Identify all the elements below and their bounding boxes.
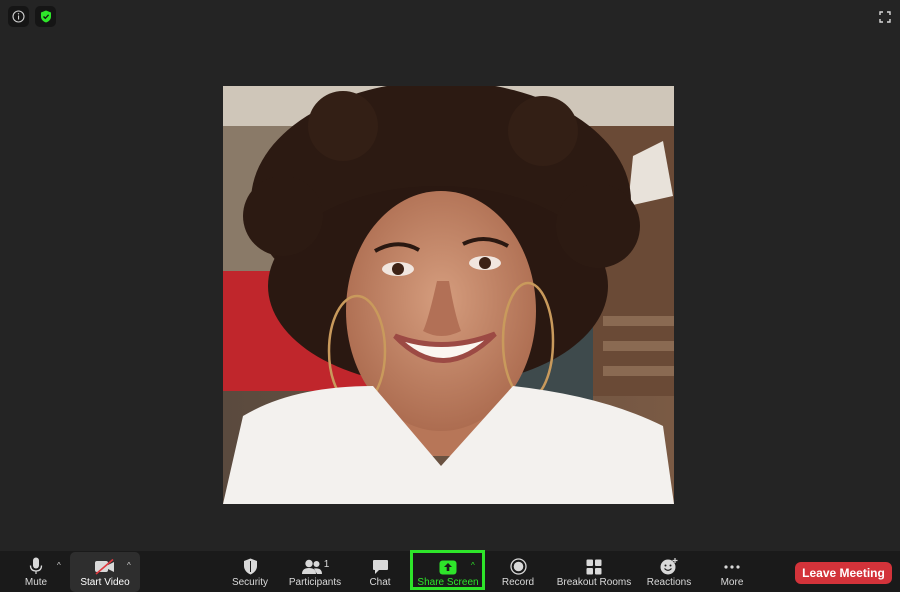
participants-label: Participants (288, 577, 342, 588)
more-button[interactable]: More (714, 551, 750, 592)
video-camera-off-icon (95, 559, 114, 575)
record-label: Record (501, 577, 535, 588)
chat-bubble-icon (372, 560, 388, 574)
fullscreen-icon[interactable] (876, 8, 894, 26)
participants-icon (301, 559, 322, 574)
share-screen-highlight-box (410, 550, 485, 590)
shield-check-icon[interactable] (35, 6, 56, 27)
participant-video (223, 86, 674, 504)
security-shield-icon (243, 558, 257, 575)
security-button[interactable]: Security (228, 551, 272, 592)
breakout-rooms-grid-icon (586, 559, 602, 575)
info-icon[interactable] (8, 6, 29, 27)
reactions-button[interactable]: Reactions (644, 551, 694, 592)
security-label: Security (231, 577, 269, 588)
reactions-emoji-icon (660, 558, 678, 575)
mute-options-caret[interactable]: ^ (57, 561, 61, 570)
video-frame-image (223, 86, 674, 504)
start-video-button[interactable]: Start Video (74, 551, 136, 592)
more-dots-icon (724, 565, 740, 569)
start-video-label: Start Video (80, 577, 130, 588)
participants-button[interactable]: 1 Participants (286, 551, 344, 592)
chat-label: Chat (369, 577, 391, 588)
breakout-rooms-button[interactable]: Breakout Rooms (555, 551, 633, 592)
mute-button[interactable]: Mute (18, 551, 54, 592)
record-button[interactable]: Record (499, 551, 537, 592)
participants-count: 1 (323, 559, 330, 570)
breakout-rooms-label: Breakout Rooms (556, 577, 632, 588)
top-left-icons (8, 6, 56, 27)
chat-button[interactable]: Chat (363, 551, 397, 592)
video-options-caret[interactable]: ^ (127, 561, 131, 570)
leave-meeting-button[interactable]: Leave Meeting (795, 562, 892, 584)
more-label: More (720, 577, 744, 588)
record-icon (509, 558, 527, 575)
microphone-icon (29, 557, 43, 574)
reactions-label: Reactions (646, 577, 692, 588)
mute-label: Mute (24, 577, 48, 588)
